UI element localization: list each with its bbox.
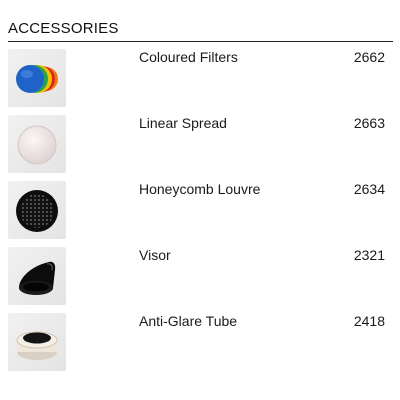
item-name: Honeycomb Louvre [139,181,261,197]
item-code: 2634 [353,181,385,197]
item-code: 2662 [353,49,385,65]
linear-spread-icon [8,115,66,173]
list-item: Anti-Glare Tube 2418 [8,313,393,373]
item-code: 2321 [353,247,385,263]
coloured-filters-icon [8,49,66,107]
item-name: Coloured Filters [139,49,238,65]
item-name: Anti-Glare Tube [139,313,238,329]
item-code: 2663 [353,115,385,131]
list-item: Honeycomb Louvre 2634 [8,181,393,241]
header-divider [8,41,393,42]
honeycomb-louvre-icon [8,181,66,239]
item-code: 2418 [353,313,385,329]
item-name: Linear Spread [139,115,227,131]
anti-glare-tube-icon [8,313,66,371]
list-item: Visor 2321 [8,247,393,307]
visor-icon [8,247,66,305]
list-item: Linear Spread 2663 [8,115,393,175]
section-title: ACCESSORIES [8,20,119,37]
item-name: Visor [139,247,171,263]
accessories-header: ACCESSORIES [8,20,393,42]
list-item: Coloured Filters 2662 [8,49,393,109]
